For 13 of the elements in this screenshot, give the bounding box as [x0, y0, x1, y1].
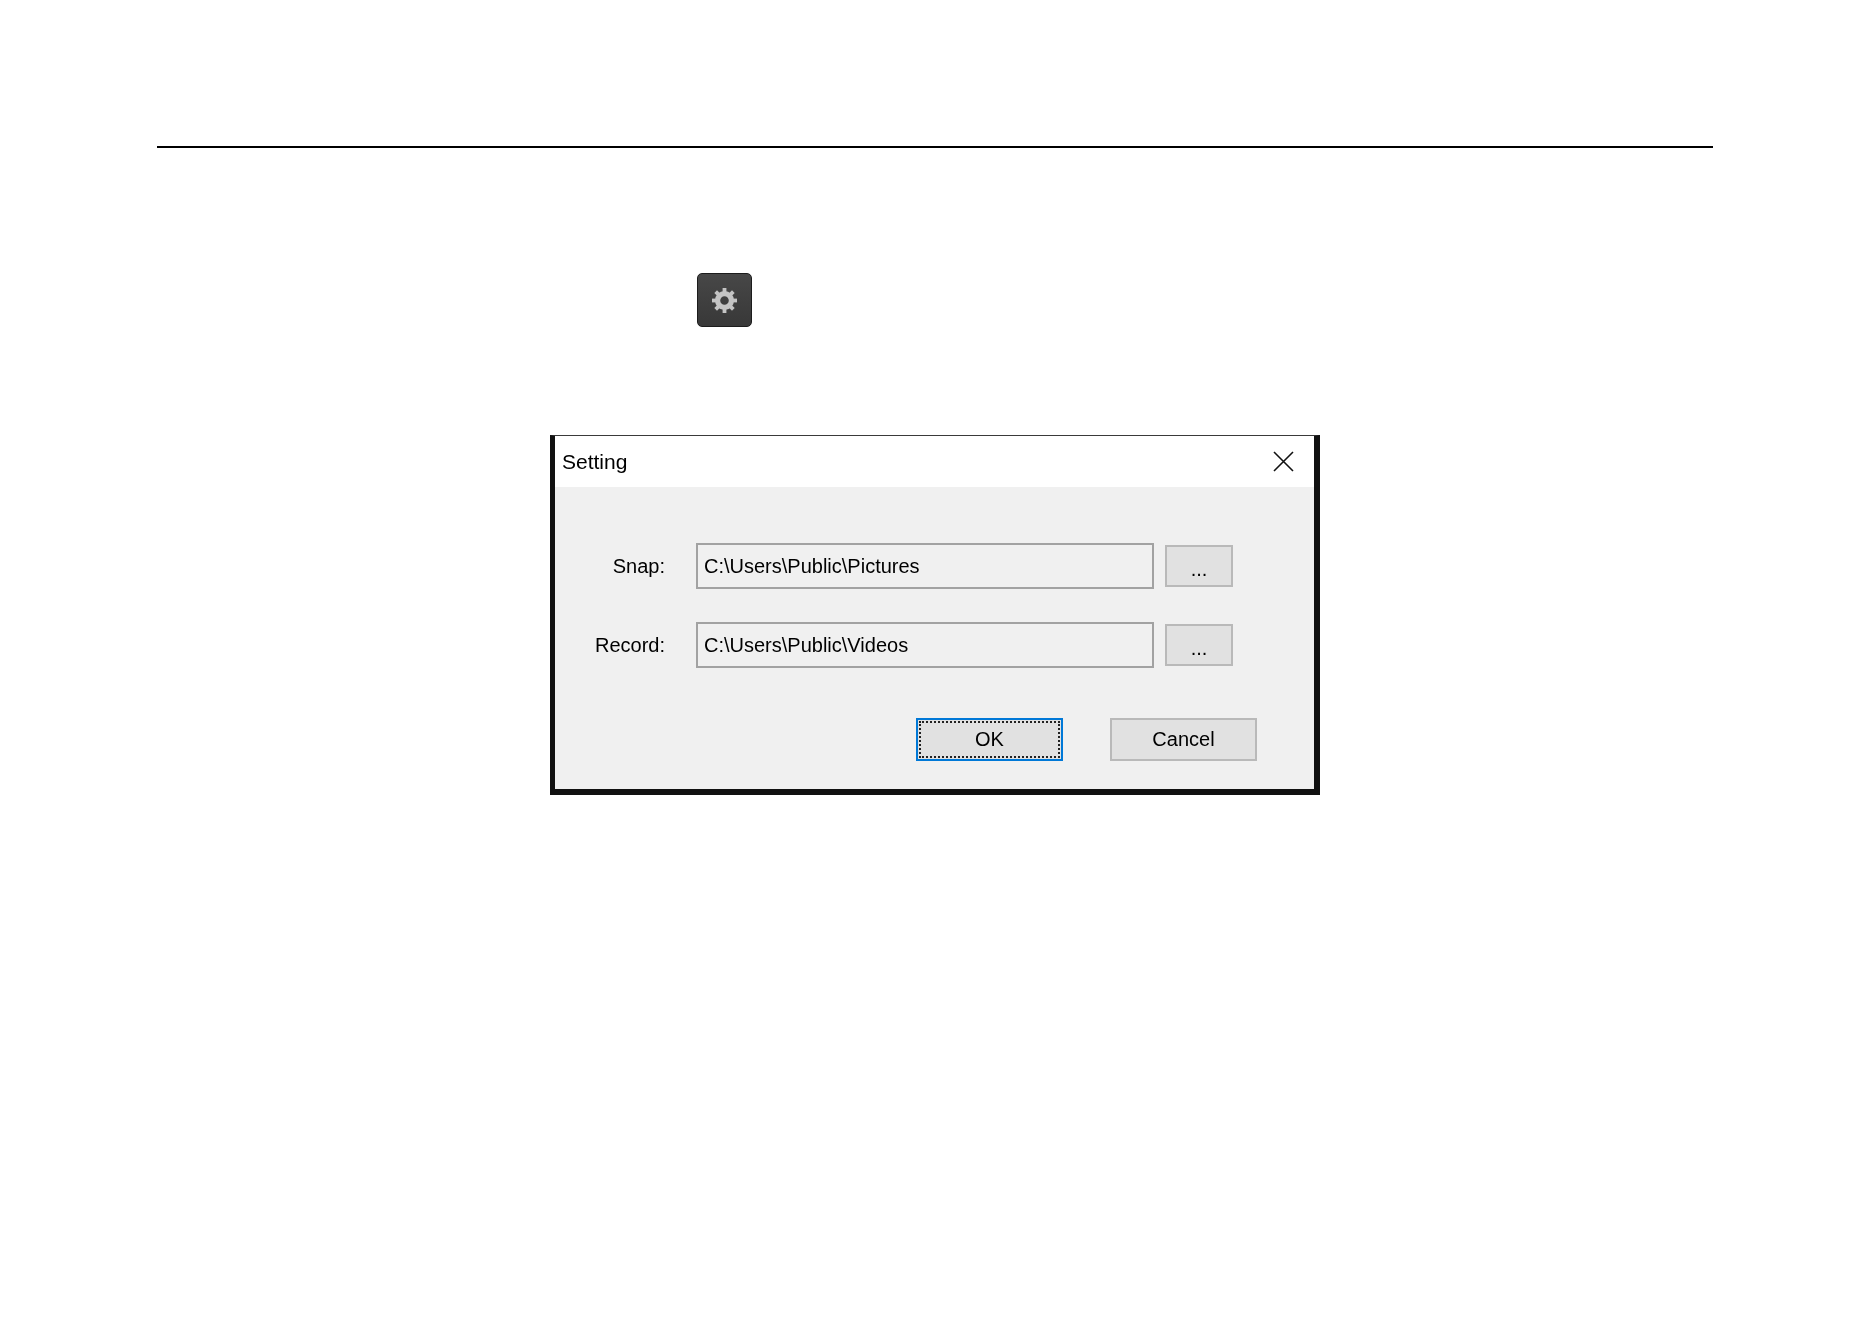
gear-icon	[712, 287, 737, 313]
cancel-button[interactable]: Cancel	[1110, 718, 1257, 761]
close-icon	[1273, 451, 1294, 472]
ok-button[interactable]: OK	[916, 718, 1063, 761]
dialog-title: Setting	[562, 449, 628, 474]
field-label: Snap:	[611, 554, 665, 578]
path-field[interactable]: C:\Users\Public\Pictures	[696, 543, 1154, 589]
browse-button[interactable]: ...	[1165, 545, 1233, 587]
path-field[interactable]: C:\Users\Public\Videos	[696, 622, 1154, 668]
browse-button[interactable]: ...	[1165, 624, 1233, 666]
settings-button[interactable]	[697, 273, 752, 327]
field-label: Record:	[593, 633, 665, 657]
close-button[interactable]	[1273, 451, 1294, 472]
